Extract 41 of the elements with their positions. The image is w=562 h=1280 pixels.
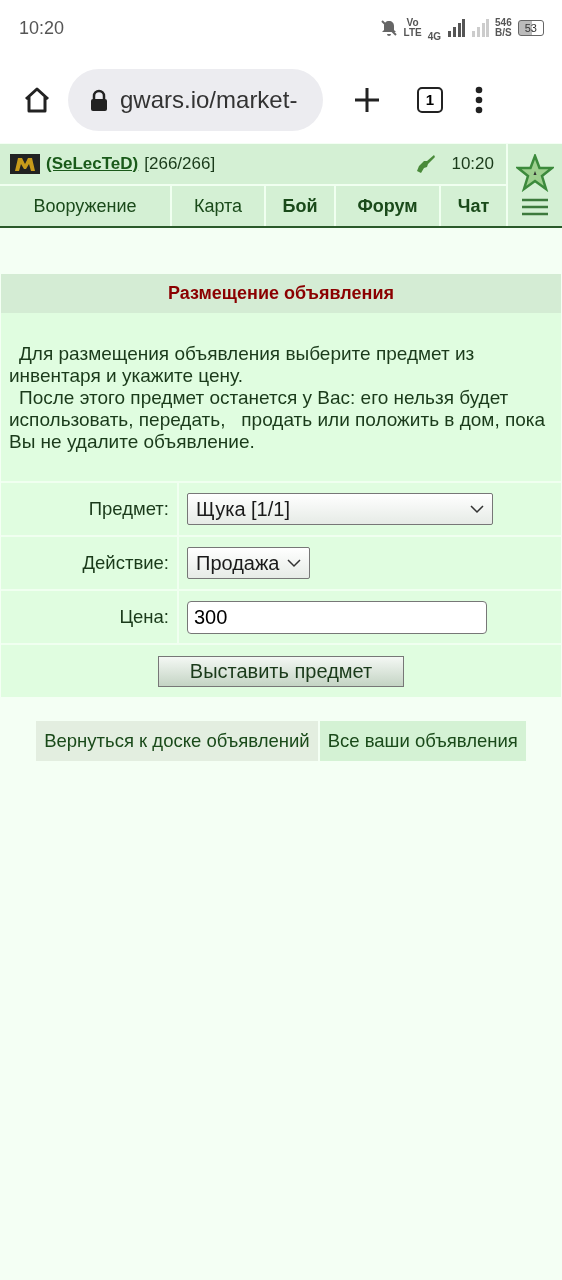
address-bar[interactable]: gwars.io/market-: [68, 68, 323, 131]
rifle-icon: [415, 153, 438, 175]
nav-link[interactable]: Карта: [172, 186, 266, 226]
page-link[interactable]: Вернуться к доске объявлений: [36, 721, 318, 761]
muted-bell-icon: [379, 19, 398, 37]
network-speed: B/S: [495, 28, 512, 38]
section-title: Размещение объявления: [1, 274, 561, 313]
logo-icon[interactable]: [10, 154, 40, 174]
nav-link[interactable]: Форум: [336, 186, 441, 226]
menu-icon[interactable]: [475, 85, 483, 114]
player-link[interactable]: (SeLecTeD): [46, 154, 139, 174]
network-label: Vo: [406, 18, 419, 28]
network-type: 4G: [427, 30, 442, 42]
health-text: [266/266]: [144, 154, 216, 174]
nav-link[interactable]: Вооружение: [0, 186, 172, 226]
server-time: 10:20: [451, 154, 494, 174]
chevron-icon: [470, 504, 484, 514]
nav-link[interactable]: Бой: [266, 186, 336, 226]
price-field[interactable]: 300: [187, 600, 487, 634]
network-label: LTE: [403, 28, 422, 38]
signal-icon: [471, 19, 490, 37]
chevron-icon: [287, 558, 302, 568]
star-icon[interactable]: [516, 154, 554, 192]
clock-time: 10:20: [19, 17, 65, 39]
lock-icon: [90, 88, 108, 111]
signal-icon: [447, 19, 466, 37]
tab-switcher-button[interactable]: 1: [417, 86, 443, 113]
network-speed: 546: [495, 18, 512, 28]
plus-icon[interactable]: [353, 85, 381, 114]
url-text: gwars.io/market-: [120, 85, 298, 114]
info-text: После этого предмет останется у Вас: его нельзя будет использовать, передать, продать или положить в дом, пока Вы не удалите объявление.: [9, 387, 547, 453]
field-label: Действие:: [82, 552, 169, 574]
dropdown[interactable]: Продажа: [187, 547, 311, 579]
submit-button[interactable]: Выставить предмет: [158, 656, 404, 687]
info-text: Для размещения объявления выберите предмет из инвентаря и укажите цену.: [9, 343, 476, 387]
field-label: Предмет:: [88, 498, 169, 520]
nav-link[interactable]: Чат: [441, 186, 506, 226]
dropdown[interactable]: Щука [1/1]: [187, 493, 493, 525]
field-label: Цена:: [119, 606, 169, 628]
battery-indicator: 53: [517, 20, 544, 36]
page-link[interactable]: Все ваши объявления: [319, 721, 526, 761]
